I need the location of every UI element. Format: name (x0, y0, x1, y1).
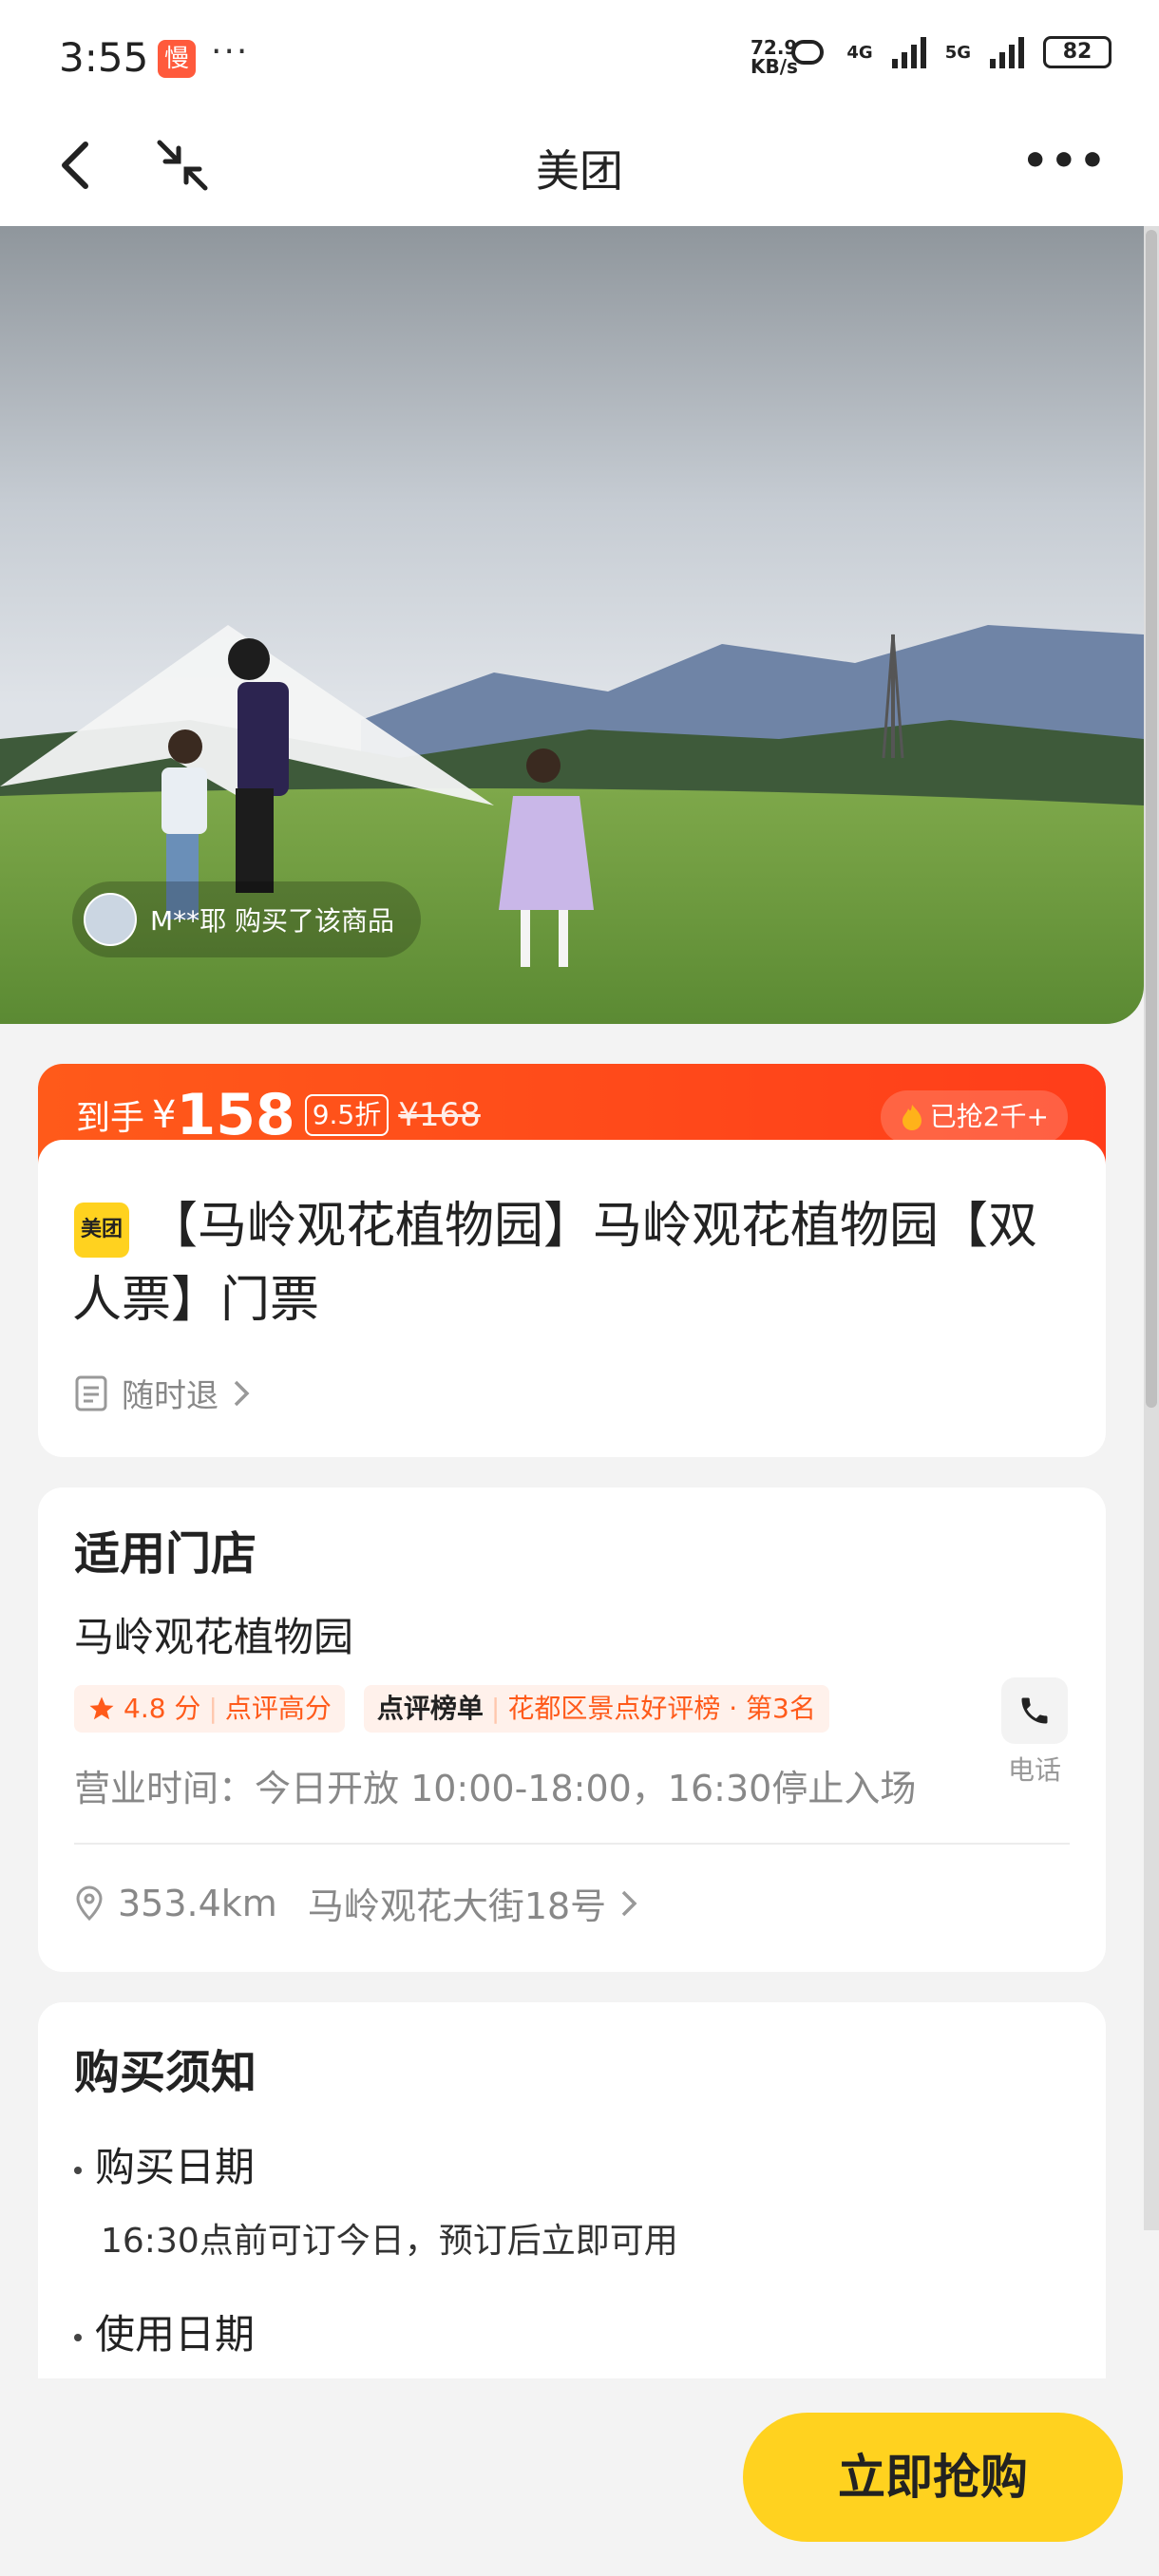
phone-button[interactable]: 电话 (1001, 1677, 1068, 1788)
recent-buyer-bubble: M**耶 购买了该商品 (72, 881, 422, 957)
phone-label: 电话 (1007, 1754, 1061, 1786)
signal-4g-icon (891, 37, 926, 68)
sold-count-badge: 已抢2千+ (880, 1090, 1068, 1144)
status-time: 3:55 (59, 34, 149, 81)
currency-symbol: ¥ (152, 1093, 177, 1137)
store-tags: 4.8 分 | 点评高分 点评榜单 | 花都区景点好评榜 · 第3名 (74, 1685, 829, 1733)
recent-buyer-text: M**耶 购买了该商品 (150, 905, 395, 937)
business-hours: 营业时间：今日开放 10:00-18:00，16:30停止入场 (74, 1768, 917, 1809)
notice-item-title: 使用日期 (95, 2311, 256, 2358)
address-link[interactable]: 353.4km 马岭观花大街18号 (74, 1877, 638, 1929)
document-icon (75, 1375, 107, 1411)
purchase-notice-card: 购买须知 购买日期 16:30点前可订今日，预订后立即可用 使用日期 (38, 2002, 1106, 2382)
notice-item: 使用日期 (74, 2302, 255, 2360)
flame-icon (902, 1105, 922, 1130)
scrollbar-thumb[interactable] (1146, 230, 1157, 1408)
ranking-text: 花都区景点好评榜 · 第3名 (507, 1693, 816, 1724)
tag-separator: | (490, 1693, 501, 1724)
bullet-icon (74, 2166, 82, 2174)
original-price: ¥168 (398, 1096, 481, 1134)
rating-score: 4.8 分 (124, 1693, 201, 1724)
store-name[interactable]: 马岭观花植物园 (74, 1605, 353, 1663)
status-bar: 3:55 慢 ··· 72.9 KB/s 4G 5G 82 (0, 0, 1159, 114)
final-price-label: 到手 (76, 1099, 145, 1138)
ranking-brand: 点评榜单 (376, 1693, 484, 1724)
chevron-right-icon (234, 1380, 250, 1406)
star-icon (89, 1696, 114, 1720)
divider (74, 1843, 1070, 1845)
network-5g-label: 5G (944, 42, 971, 63)
avatar (84, 893, 137, 946)
tag-separator: | (208, 1693, 218, 1724)
network-4g-label: 4G (846, 42, 873, 63)
refund-policy-label: 随时退 (122, 1377, 218, 1415)
chevron-right-icon (621, 1890, 637, 1916)
page-title: 美团 (536, 145, 623, 197)
location-pin-icon (76, 1885, 103, 1921)
store-section-heading: 适用门店 (74, 1527, 257, 1581)
notice-item-desc: 16:30点前可订今日，预订后立即可用 (101, 2222, 678, 2261)
ranking-tag[interactable]: 点评榜单 | 花都区景点好评榜 · 第3名 (363, 1685, 829, 1733)
product-title: 【马岭观花植物园】马岭观花植物园【双人票】门票 (72, 1198, 1038, 1329)
more-notifications-icon: ··· (211, 32, 250, 71)
notice-item-title: 购买日期 (95, 2144, 256, 2190)
refund-policy-link[interactable]: 随时退 (74, 1370, 251, 1416)
phone-icon (1001, 1677, 1068, 1744)
signal-5g-icon (990, 37, 1024, 68)
rating-label: 点评高分 (224, 1693, 332, 1724)
address: 马岭观花大街18号 (307, 1885, 607, 1927)
discount-badge: 9.5折 (304, 1094, 390, 1136)
battery-indicator: 82 (1043, 36, 1112, 68)
buy-now-button[interactable]: 立即抢购 (743, 2413, 1123, 2542)
distance: 353.4km (118, 1882, 277, 1924)
app-notification-icon: 慢 (158, 40, 196, 78)
more-options-icon[interactable]: ••• (1022, 137, 1108, 185)
nav-bar: 美团 ••• (0, 114, 1159, 226)
hotspot-icon (791, 40, 825, 65)
status-icons: 4G 5G 82 (786, 36, 1112, 68)
notice-item: 购买日期 (74, 2135, 255, 2193)
product-info-card: 美团 【马岭观花植物园】马岭观花植物园【双人票】门票 随时退 (38, 1140, 1106, 1457)
store-card: 适用门店 马岭观花植物园 4.8 分 | 点评高分 点评榜单 | 花都区景点好评… (38, 1487, 1106, 1972)
rating-tag[interactable]: 4.8 分 | 点评高分 (74, 1685, 345, 1733)
notice-heading: 购买须知 (74, 2046, 257, 2099)
bullet-icon (74, 2333, 82, 2341)
sold-count-text: 已抢2千+ (929, 1101, 1049, 1132)
final-price: 158 (176, 1082, 295, 1148)
